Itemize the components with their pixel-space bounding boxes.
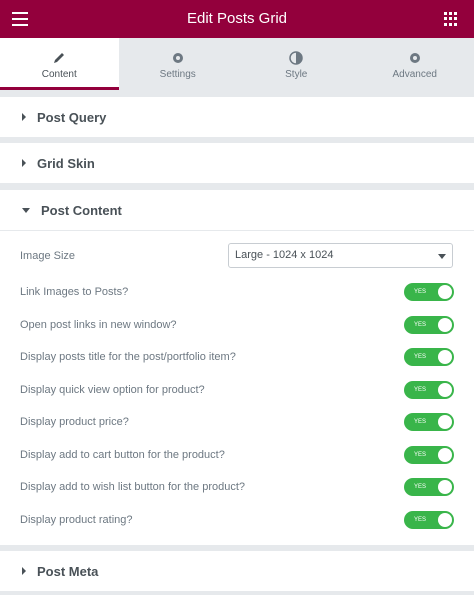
chevron-down-icon bbox=[438, 254, 446, 259]
tab-content[interactable]: Content bbox=[0, 38, 119, 90]
caret-right-icon bbox=[22, 159, 26, 167]
gear-icon bbox=[172, 53, 183, 63]
image-size-value: Large - 1024 x 1024 bbox=[235, 249, 334, 261]
image-size-label: Image Size bbox=[20, 250, 76, 262]
tab-advanced[interactable]: Advanced bbox=[356, 38, 474, 90]
tab-settings-label: Settings bbox=[159, 69, 196, 80]
toggle-row: Display add to cart button for the produ… bbox=[20, 445, 454, 465]
toggle-row: Open post links in new window? YES bbox=[20, 315, 454, 335]
divider bbox=[0, 230, 474, 231]
toggle-switch[interactable]: YES bbox=[404, 413, 454, 431]
tab-advanced-label: Advanced bbox=[392, 69, 437, 80]
toggle-label: Display posts title for the post/portfol… bbox=[20, 351, 236, 363]
section-post-query[interactable]: Post Query bbox=[0, 97, 474, 137]
toggle-label: Display product price? bbox=[20, 416, 129, 428]
toggle-switch[interactable]: YES bbox=[404, 446, 454, 464]
tab-style[interactable]: Style bbox=[237, 38, 356, 90]
tab-content-label: Content bbox=[41, 69, 77, 80]
toggle-switch[interactable]: YES bbox=[404, 381, 454, 399]
section-title: Post Query bbox=[37, 109, 107, 125]
toggle-row: Display product rating? YES bbox=[20, 510, 454, 530]
caret-right-icon bbox=[22, 567, 26, 575]
pencil-icon bbox=[54, 53, 65, 63]
toggle-row: Link Images to Posts? YES bbox=[20, 282, 454, 302]
section-title: Post Content bbox=[41, 202, 122, 218]
section-grid-skin[interactable]: Grid Skin bbox=[0, 143, 474, 183]
toggle-switch[interactable]: YES bbox=[404, 478, 454, 496]
section-post-content-header[interactable]: Post Content bbox=[0, 190, 474, 230]
image-size-select[interactable]: Large - 1024 x 1024 bbox=[228, 243, 453, 268]
tab-settings[interactable]: Settings bbox=[119, 38, 238, 90]
caret-right-icon bbox=[22, 113, 26, 121]
toggle-label: Display add to wish list button for the … bbox=[20, 481, 246, 493]
toggle-switch[interactable]: YES bbox=[404, 283, 454, 301]
toggle-label: Display product rating? bbox=[20, 514, 133, 526]
toggle-row: Display add to wish list button for the … bbox=[20, 477, 454, 497]
toggle-switch[interactable]: YES bbox=[404, 511, 454, 529]
panel-title: Edit Posts Grid bbox=[186, 10, 288, 27]
section-title: Grid Skin bbox=[37, 155, 95, 171]
panel-tabs: Content Settings Style Advanced bbox=[0, 38, 474, 90]
toggle-switch[interactable]: YES bbox=[404, 348, 454, 366]
section-title: Post Meta bbox=[37, 563, 99, 579]
toggle-label: Link Images to Posts? bbox=[20, 286, 129, 298]
toggle-row: Display posts title for the post/portfol… bbox=[20, 347, 454, 367]
gear-icon bbox=[409, 53, 420, 63]
widgets-grid-icon[interactable] bbox=[444, 12, 458, 26]
toggle-label: Display quick view option for product? bbox=[20, 384, 205, 396]
toggle-row: Display quick view option for product? Y… bbox=[20, 380, 454, 400]
toggle-label: Open post links in new window? bbox=[20, 319, 177, 331]
caret-down-icon bbox=[22, 207, 30, 213]
toggle-row: Display product price? YES bbox=[20, 412, 454, 432]
section-post-meta[interactable]: Post Meta bbox=[0, 551, 474, 591]
toggle-switch[interactable]: YES bbox=[404, 316, 454, 334]
half-circle-icon bbox=[289, 51, 303, 65]
section-post-content: Post Content Image Size Large - 1024 x 1… bbox=[0, 190, 474, 545]
toggle-label: Display add to cart button for the produ… bbox=[20, 449, 225, 461]
top-bar: Edit Posts Grid bbox=[0, 0, 474, 38]
tab-style-label: Style bbox=[285, 69, 308, 80]
